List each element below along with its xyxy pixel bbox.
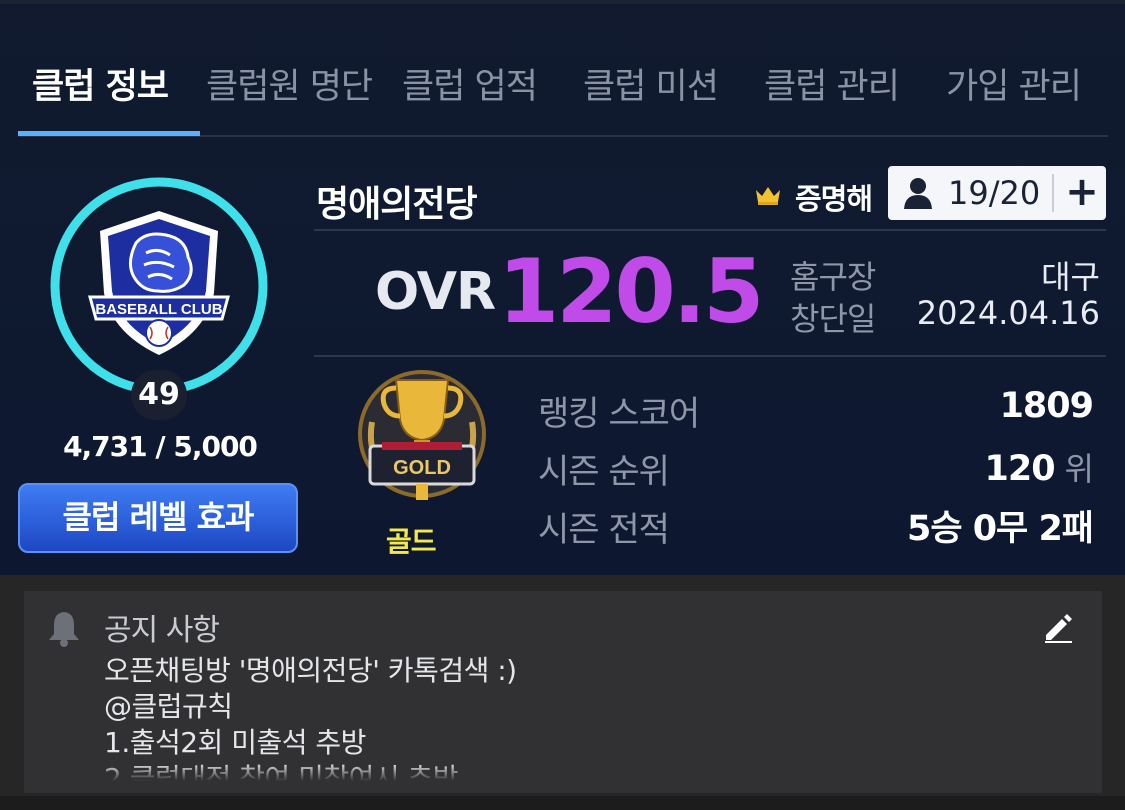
home-stadium-label: 홈구장 [790,258,876,296]
season-record-value: 5승 0무 2패 [906,509,1094,549]
tab-join-management[interactable]: 가입 관리 [946,58,1082,109]
club-level-ring: BASEBALL CLUB [46,173,272,399]
ranking-score-value: 1809 [999,386,1094,426]
club-owner-name[interactable]: 증명해 [795,176,873,218]
notice-title: 공지 사항 [104,613,220,648]
notice-panel: 공지 사항 오픈채팅방 '명애의전당' 카톡검색 :) @클럽규칙 1.출석2회… [24,591,1102,793]
tab-missions[interactable]: 클럽 미션 [583,58,719,109]
tab-member-list[interactable]: 클럽원 명단 [206,58,373,109]
member-count: 19/20 [948,174,1041,212]
ovr-label: OVR [375,262,496,322]
notice-fade [24,763,1102,793]
tab-bar: 클럽 정보 클럽원 명단 클럽 업적 클럽 미션 클럽 관리 가입 관리 [18,52,1108,136]
plus-icon[interactable]: + [1060,166,1104,220]
home-stadium-value: 대구 [1041,258,1100,296]
tab-achievements[interactable]: 클럽 업적 [402,58,538,109]
season-rank-value: 120 위 [984,444,1094,490]
bell-icon [46,609,82,651]
founded-date-value: 2024.04.16 [916,294,1100,332]
divider [314,229,1106,231]
ranking-score-label: 랭킹 스코어 [538,394,700,434]
season-rank-number: 120 [984,449,1055,489]
club-name: 명애의전당 [316,184,478,225]
tier-name: 골드 [386,525,437,558]
club-level-badge: 49 [131,370,187,420]
person-icon [902,176,934,214]
season-rank-label: 시즌 순위 [538,452,670,492]
ovr-value: 120.5 [498,240,764,343]
svg-text:BASEBALL CLUB: BASEBALL CLUB [95,301,222,318]
member-box-divider [1052,174,1054,212]
svg-text:GOLD: GOLD [393,457,451,479]
edit-icon[interactable] [1042,611,1074,647]
crown-icon [754,184,782,210]
tab-club-management[interactable]: 클럽 관리 [764,58,900,109]
gold-trophy-icon: GOLD [352,362,492,512]
tab-club-info[interactable]: 클럽 정보 [32,58,169,109]
season-record-label: 시즌 전적 [538,510,670,550]
season-rank-unit: 위 [1064,450,1094,488]
member-count-box: 19/20 + [888,166,1106,220]
top-edge [0,0,1125,4]
club-emblem: BASEBALL CLUB [88,211,230,355]
divider [314,355,1106,357]
active-tab-indicator [18,131,200,136]
founded-date-label: 창단일 [790,300,876,338]
club-xp-text: 4,731 / 5,000 [63,430,258,463]
bottom-edge [0,796,1125,810]
club-level-effect-button[interactable]: 클럽 레벨 효과 [18,483,298,553]
